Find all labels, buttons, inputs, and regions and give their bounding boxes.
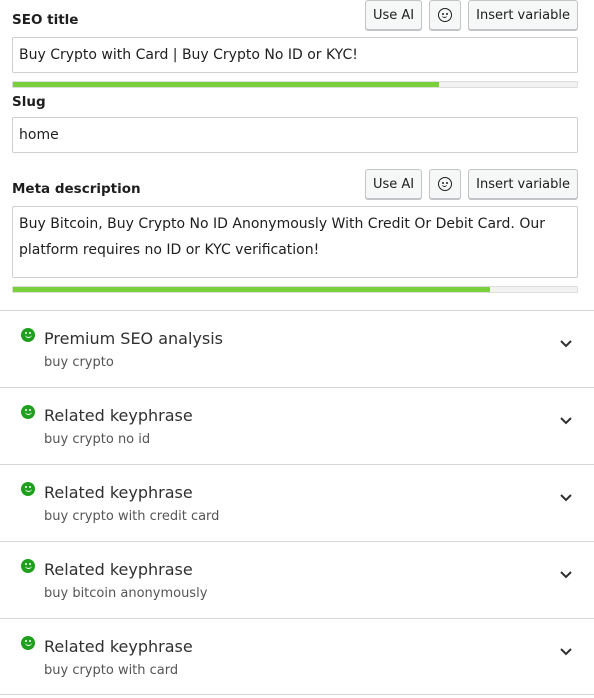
panel-title: Related keyphrase bbox=[44, 406, 193, 425]
chevron-down-icon[interactable] bbox=[558, 489, 574, 505]
chevron-down-icon[interactable] bbox=[558, 566, 574, 582]
smiley-icon bbox=[438, 177, 453, 191]
seo-title-progress-fill bbox=[13, 82, 439, 87]
seo-editor: SEO title Use AI Insert variable Buy Cry… bbox=[0, 0, 594, 698]
meta-description-insert-variable-button[interactable]: Insert variable bbox=[468, 169, 578, 199]
panel-title: Related keyphrase bbox=[44, 637, 193, 656]
panel-title: Related keyphrase bbox=[44, 483, 193, 502]
meta-description-progress-fill bbox=[13, 287, 490, 292]
good-status-icon bbox=[21, 405, 35, 419]
seo-title-input[interactable]: Buy Crypto with Card | Buy Crypto No ID … bbox=[12, 37, 578, 73]
related-keyphrase-panel[interactable]: Related keyphrase buy crypto no id bbox=[0, 387, 594, 464]
seo-title-emoji-button[interactable] bbox=[429, 0, 462, 30]
seo-title-progress-bar bbox=[12, 81, 578, 88]
seo-title-label: SEO title bbox=[12, 12, 79, 28]
meta-description-actions: Use AI Insert variable bbox=[364, 169, 578, 199]
panel-keyphrase: buy crypto with credit card bbox=[44, 509, 220, 524]
panel-title: Related keyphrase bbox=[44, 560, 193, 579]
meta-description-input[interactable]: Buy Bitcoin, Buy Crypto No ID Anonymousl… bbox=[12, 206, 578, 278]
chevron-down-icon[interactable] bbox=[558, 643, 574, 659]
slug-label: Slug bbox=[12, 94, 46, 110]
meta-description-progress-bar bbox=[12, 286, 578, 293]
panel-title: Premium SEO analysis bbox=[44, 329, 224, 348]
meta-description-emoji-button[interactable] bbox=[429, 169, 462, 199]
seo-title-use-ai-button[interactable]: Use AI bbox=[364, 0, 423, 30]
meta-description-label: Meta description bbox=[12, 181, 141, 197]
related-keyphrase-panel[interactable]: Related keyphrase buy crypto with card bbox=[0, 618, 594, 695]
seo-title-insert-variable-button[interactable]: Insert variable bbox=[468, 0, 578, 30]
panel-keyphrase: buy bitcoin anonymously bbox=[44, 586, 208, 601]
panel-keyphrase: buy crypto bbox=[44, 355, 114, 370]
good-status-icon bbox=[21, 328, 35, 342]
meta-description-use-ai-button[interactable]: Use AI bbox=[364, 169, 423, 199]
good-status-icon bbox=[21, 636, 35, 650]
slug-input[interactable]: home bbox=[12, 117, 578, 153]
chevron-down-icon[interactable] bbox=[558, 335, 574, 351]
related-keyphrase-panel[interactable]: Related keyphrase buy crypto with credit… bbox=[0, 464, 594, 541]
smiley-icon bbox=[438, 8, 453, 22]
related-keyphrase-panel[interactable]: Related keyphrase buy bitcoin anonymousl… bbox=[0, 541, 594, 618]
good-status-icon bbox=[21, 559, 35, 573]
panel-keyphrase: buy crypto no id bbox=[44, 432, 151, 447]
meta-description-header: Meta description Use AI Insert variable bbox=[12, 169, 578, 201]
panel-keyphrase: buy crypto with card bbox=[44, 663, 179, 678]
good-status-icon bbox=[21, 482, 35, 496]
chevron-down-icon[interactable] bbox=[558, 412, 574, 428]
seo-title-actions: Use AI Insert variable bbox=[364, 0, 578, 30]
seo-title-header: SEO title Use AI Insert variable bbox=[12, 0, 578, 32]
premium-seo-analysis-panel[interactable]: Premium SEO analysis buy crypto bbox=[0, 310, 594, 387]
